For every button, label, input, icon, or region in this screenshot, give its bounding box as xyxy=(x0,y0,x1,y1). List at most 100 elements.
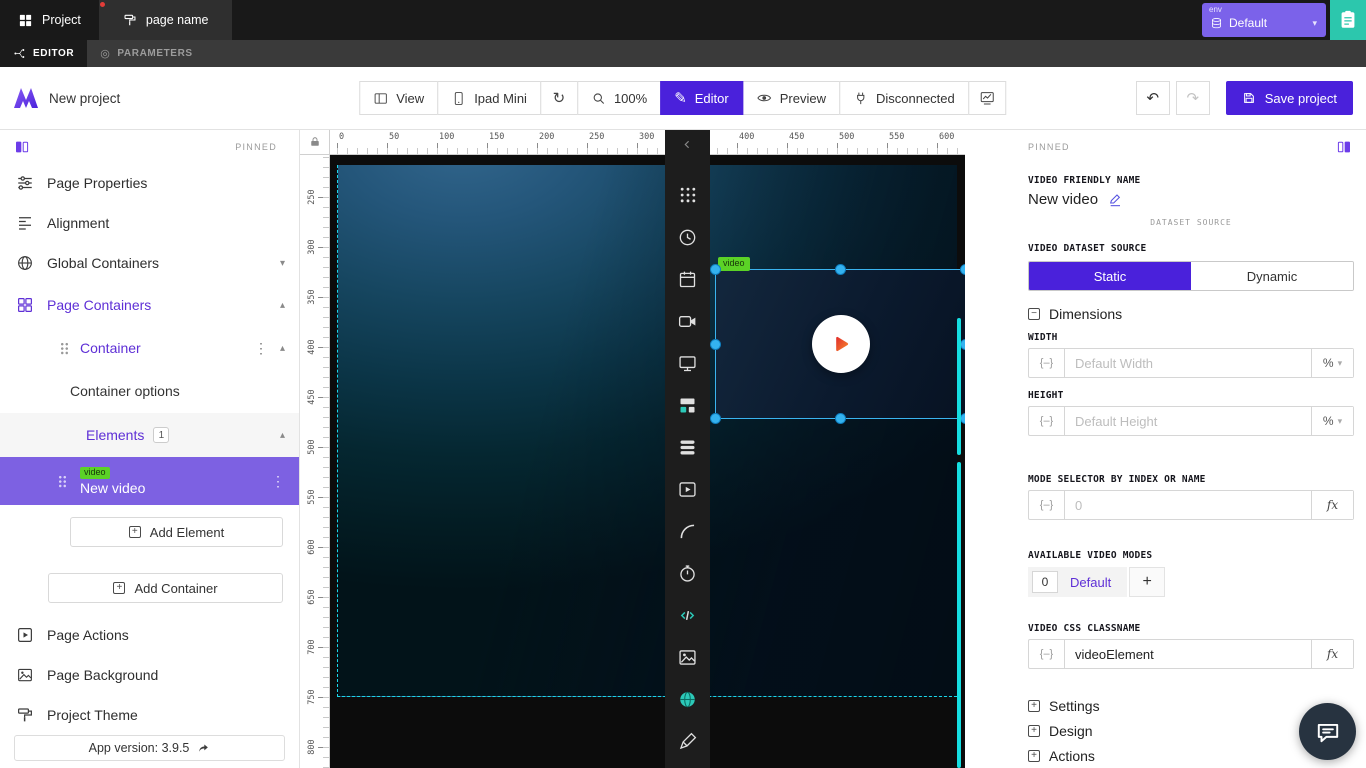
video-player-icon[interactable] xyxy=(676,477,700,501)
plus-square-icon: + xyxy=(1028,750,1040,762)
save-project-button[interactable]: Save project xyxy=(1226,81,1353,115)
undo-button[interactable]: ↶ xyxy=(1136,81,1170,115)
flow-icon xyxy=(13,47,26,60)
width-input[interactable] xyxy=(1065,349,1311,377)
resize-handle[interactable] xyxy=(710,264,721,275)
binding-toggle-icon[interactable]: {–} xyxy=(1029,349,1065,377)
pen-icon[interactable] xyxy=(676,729,700,753)
drag-handle-icon[interactable] xyxy=(60,342,69,355)
collapse-arrow-icon[interactable] xyxy=(681,138,694,151)
panel-collapse-icon[interactable] xyxy=(1336,139,1352,155)
canvas-viewport[interactable]: video xyxy=(330,155,965,768)
container-guide-bar xyxy=(957,462,961,768)
rows-icon[interactable] xyxy=(676,435,700,459)
binding-toggle-icon[interactable]: {–} xyxy=(1029,407,1065,435)
kebab-menu-icon[interactable]: ⋮ xyxy=(254,340,268,357)
add-element-button[interactable]: + Add Element xyxy=(70,517,283,547)
tab-page-name[interactable]: page name xyxy=(99,0,233,40)
static-option[interactable]: Static xyxy=(1029,262,1191,290)
sidebar-item-label: Page Containers xyxy=(47,297,151,313)
resize-handle[interactable] xyxy=(960,264,965,275)
tree-item-elements[interactable]: Elements 1 ▴ xyxy=(0,413,299,457)
tree-item-container[interactable]: Container ⋮ ▴ xyxy=(0,327,299,369)
width-label: WIDTH xyxy=(1028,332,1354,343)
mode-selector-input-row: {–} fx xyxy=(1028,490,1354,520)
clipboard-button[interactable] xyxy=(1330,0,1366,40)
mode-selector-input[interactable] xyxy=(1065,491,1311,519)
device-selector-button[interactable]: Ipad Mini xyxy=(437,81,541,115)
layout-blocks-icon[interactable] xyxy=(676,393,700,417)
connection-status-button[interactable]: Disconnected xyxy=(839,81,969,115)
page-canvas[interactable]: video xyxy=(337,165,957,697)
editor-tab-button[interactable]: ✎ Editor xyxy=(660,81,743,115)
app-version-button[interactable]: App version: 3.9.5 xyxy=(14,735,285,761)
chat-button[interactable] xyxy=(1299,703,1356,760)
image-icon[interactable] xyxy=(676,645,700,669)
clock-icon[interactable] xyxy=(676,225,700,249)
canvas-area: 050100150200250300350400450500550600 250… xyxy=(300,130,965,768)
code-block-icon[interactable] xyxy=(676,603,700,627)
zoom-button[interactable]: 100% xyxy=(577,81,661,115)
sidebar-item-alignment[interactable]: Alignment xyxy=(0,203,299,243)
dimensions-label: Dimensions xyxy=(1049,306,1122,322)
tree-item-container-options[interactable]: Container options xyxy=(0,369,299,413)
height-label: HEIGHT xyxy=(1028,390,1354,401)
ruler-lock-button[interactable] xyxy=(300,130,330,155)
preview-button[interactable]: Preview xyxy=(742,81,840,115)
view-button[interactable]: View xyxy=(359,81,438,115)
video-camera-icon[interactable] xyxy=(676,309,700,333)
v-ruler: 250300350400450500550600650700750800 xyxy=(300,155,330,768)
dynamic-option[interactable]: Dynamic xyxy=(1191,262,1353,290)
main-toolbar: New project View Ipad Mini ↻ 100% ✎ Edit… xyxy=(0,67,1366,130)
add-container-button[interactable]: + Add Container xyxy=(48,573,283,603)
resize-handle[interactable] xyxy=(835,264,846,275)
tab-editor-mode[interactable]: EDITOR xyxy=(0,40,87,67)
alignment-icon xyxy=(16,214,34,232)
height-input[interactable] xyxy=(1065,407,1311,435)
environment-selector[interactable]: env Default ▾ xyxy=(1202,3,1326,37)
dimensions-section-header[interactable]: − Dimensions xyxy=(1028,306,1354,322)
css-classname-input[interactable] xyxy=(1065,640,1311,668)
resize-handle[interactable] xyxy=(710,413,721,424)
width-unit-select[interactable]: % ▾ xyxy=(1311,349,1353,377)
globe-icon[interactable] xyxy=(676,687,700,711)
redo-button[interactable]: ↷ xyxy=(1176,81,1210,115)
chart-edit-icon xyxy=(979,90,995,106)
page-actions-icon xyxy=(16,626,34,644)
tree-item-new-video[interactable]: video New video ⋮ xyxy=(0,457,299,505)
height-unit-select[interactable]: % ▾ xyxy=(1311,407,1353,435)
panel-toggle-icon[interactable] xyxy=(14,139,30,155)
binding-toggle-icon[interactable]: {–} xyxy=(1029,640,1065,668)
sidebar-item-project-theme[interactable]: Project Theme xyxy=(0,695,299,735)
arc-icon[interactable] xyxy=(676,519,700,543)
rotate-device-button[interactable]: ↻ xyxy=(540,81,578,115)
sidebar-item-page-actions[interactable]: Page Actions xyxy=(0,615,299,655)
drag-handle-icon[interactable] xyxy=(58,475,67,488)
fx-button[interactable]: fx xyxy=(1311,491,1353,519)
layout-view-icon xyxy=(373,91,388,106)
available-modes-label: AVAILABLE VIDEO MODES xyxy=(1028,550,1354,561)
sidebar-item-page-properties[interactable]: Page Properties xyxy=(0,163,299,203)
add-mode-button[interactable]: + xyxy=(1129,567,1165,597)
tab-parameters-mode[interactable]: ◎ PARAMETERS xyxy=(87,40,205,67)
resize-handle[interactable] xyxy=(835,413,846,424)
monitor-icon[interactable] xyxy=(676,351,700,375)
video-element[interactable]: video xyxy=(715,269,965,419)
sidebar-item-label: Project Theme xyxy=(47,707,138,723)
timer-icon[interactable] xyxy=(676,561,700,585)
fx-button[interactable]: fx xyxy=(1311,640,1353,668)
mode-default-link[interactable]: Default xyxy=(1070,575,1111,590)
edit-pencil-icon[interactable] xyxy=(1108,192,1124,208)
sidebar-item-page-containers[interactable]: Page Containers ▴ xyxy=(0,283,299,327)
chart-edit-button[interactable] xyxy=(968,81,1006,115)
binding-toggle-icon[interactable]: {–} xyxy=(1029,491,1065,519)
sidebar-item-page-background[interactable]: Page Background xyxy=(0,655,299,695)
calendar-icon[interactable] xyxy=(676,267,700,291)
chevron-down-icon: ▾ xyxy=(280,258,285,269)
sidebar-item-global-containers[interactable]: Global Containers ▾ xyxy=(0,243,299,283)
app-logo xyxy=(13,87,39,109)
kebab-menu-icon[interactable]: ⋮ xyxy=(271,473,285,490)
resize-handle[interactable] xyxy=(710,339,721,350)
apps-grid-icon[interactable] xyxy=(676,183,700,207)
tab-project[interactable]: Project xyxy=(0,0,99,40)
